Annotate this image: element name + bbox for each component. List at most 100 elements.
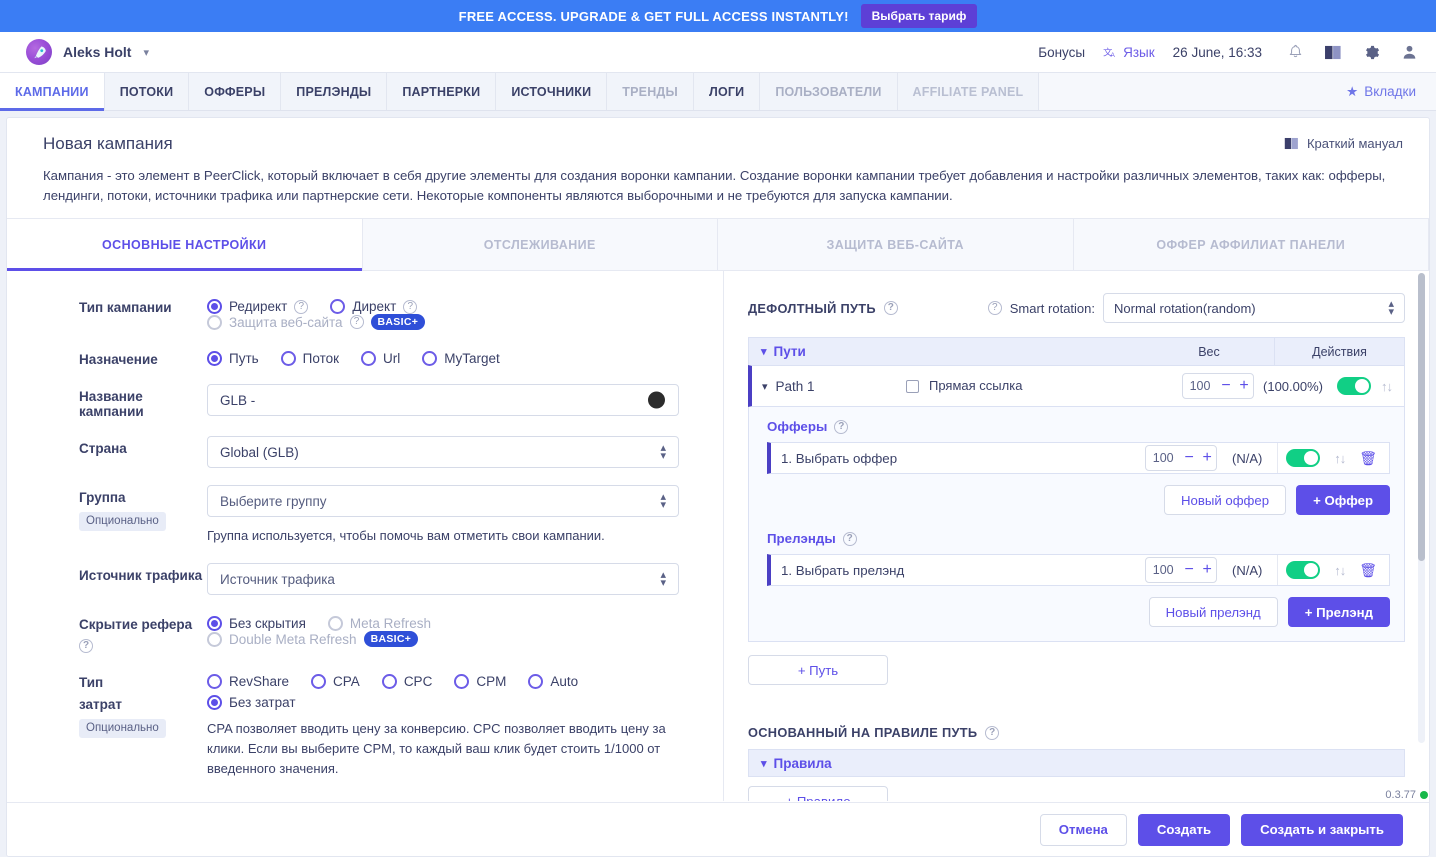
help-icon-referrer-hiding[interactable]: ?	[79, 639, 93, 653]
new-preland-button[interactable]: Новый прелэнд	[1148, 597, 1278, 627]
radio-revshare[interactable]: RevShare	[207, 674, 289, 689]
tab-campaigns[interactable]: КАМПАНИИ	[0, 73, 105, 111]
help-icon-offers[interactable]: ?	[834, 419, 849, 434]
bookmarks-label: Вкладки	[1364, 84, 1416, 99]
help-icon-direct[interactable]: ?	[403, 299, 418, 314]
preland-item-name[interactable]: 1. Выбрать прелэнд	[781, 563, 1145, 578]
offer-enable-toggle[interactable]	[1286, 449, 1321, 467]
radio-direct[interactable]: Директ ?	[330, 299, 418, 314]
destination-label: Назначение	[79, 352, 158, 367]
preland-weight-value[interactable]: 100	[1146, 563, 1180, 577]
tab-affiliates[interactable]: ПАРТНЕРКИ	[387, 73, 497, 110]
group-hint: Группа используется, чтобы помочь вам от…	[207, 528, 605, 543]
subtab-tracking[interactable]: ОТСЛЕЖИВАНИЕ	[362, 219, 718, 270]
help-icon-prelands[interactable]: ?	[842, 531, 857, 546]
path-weight-stepper[interactable]: 100 − +	[1182, 373, 1255, 399]
choose-plan-button[interactable]: Выбрать тариф	[860, 4, 978, 28]
add-preland-button[interactable]: + Прелэнд	[1287, 597, 1390, 627]
tab-offers[interactable]: ОФФЕРЫ	[189, 73, 282, 110]
radio-redirect[interactable]: Редирект ?	[207, 299, 309, 314]
color-picker-dot[interactable]	[648, 391, 665, 409]
tab-users[interactable]: ПОЛЬЗОВАТЕЛИ	[760, 73, 898, 110]
offer-delete-icon[interactable]: 🗑	[1359, 450, 1377, 467]
quick-manual-link[interactable]: Краткий мануал	[1284, 136, 1403, 151]
bonuses-link[interactable]: Бонусы	[1038, 45, 1085, 60]
preland-delete-icon[interactable]: 🗑	[1359, 562, 1377, 579]
radio-cpc[interactable]: CPC	[381, 674, 432, 689]
radio-no-cost[interactable]: Без затрат	[207, 695, 296, 710]
tab-prelands[interactable]: ПРЕЛЭНДЫ	[281, 73, 388, 110]
path-weight-minus-button[interactable]: −	[1217, 378, 1235, 394]
paths-collapse-toggle[interactable]: ▾ Пути	[749, 344, 1144, 359]
tab-flows[interactable]: ПОТОКИ	[104, 73, 190, 110]
help-icon-redirect[interactable]: ?	[294, 299, 309, 314]
path-reorder-arrows-icon[interactable]: ↑↓	[1381, 379, 1393, 394]
path-name-wrap[interactable]: ▾ Path 1	[762, 379, 906, 394]
book-icon[interactable]	[1324, 43, 1342, 61]
radio-flow[interactable]: Поток	[280, 351, 339, 366]
create-and-close-button[interactable]: Создать и закрыть	[1241, 813, 1403, 846]
add-path-button[interactable]: + Путь	[748, 655, 888, 685]
path-enable-toggle[interactable]	[1337, 377, 1371, 395]
brand-menu[interactable]: Aleks Holt ▾	[26, 39, 149, 65]
preland-weight-minus-button[interactable]: −	[1180, 562, 1198, 578]
language-switcher[interactable]: 文A Язык	[1103, 45, 1154, 60]
radio-mytarget[interactable]: MyTarget	[422, 351, 500, 366]
radio-no-hiding[interactable]: Без скрытия	[207, 616, 306, 631]
user-icon[interactable]	[1400, 43, 1418, 61]
preland-weight-stepper[interactable]: 100 − +	[1145, 557, 1218, 583]
preland-weight-plus-button[interactable]: +	[1198, 562, 1216, 578]
subtab-main-settings[interactable]: ОСНОВНЫЕ НАСТРОЙКИ	[7, 219, 363, 271]
offer-weight-stepper[interactable]: 100 − +	[1145, 445, 1218, 471]
right-pane-scrollbar-thumb[interactable]	[1418, 273, 1425, 561]
create-button[interactable]: Создать	[1137, 813, 1231, 846]
country-select[interactable]: Global (GLB) ▴ ▾	[207, 436, 679, 468]
rules-header[interactable]: ▾ Правила	[748, 749, 1405, 777]
settings-body: Тип кампании Редирект ? Директ ? Защита …	[7, 271, 1429, 801]
path-weight-value[interactable]: 100	[1183, 379, 1217, 393]
add-offer-button[interactable]: + Оффер	[1296, 485, 1390, 515]
offer-item-name[interactable]: 1. Выбрать оффер	[781, 451, 1145, 466]
traffic-source-placeholder: Источник трафика	[220, 571, 335, 587]
radio-path[interactable]: Путь	[207, 351, 259, 366]
traffic-source-select[interactable]: Источник трафика ▴ ▾	[207, 563, 679, 595]
offer-weight-plus-button[interactable]: +	[1198, 450, 1216, 466]
tab-trends[interactable]: ТРЕНДЫ	[607, 73, 694, 110]
field-group: Группа Опционально Выберите группу ▴ ▾ Гр…	[7, 485, 703, 546]
subtab-affiliate-offer-panel[interactable]: ОФФЕР АФФИЛИАТ ПАНЕЛИ	[1073, 219, 1429, 270]
gear-icon[interactable]	[1362, 43, 1380, 61]
radio-auto[interactable]: Auto	[528, 674, 578, 689]
subtab-website-protection[interactable]: ЗАЩИТА ВЕБ-САЙТА	[718, 219, 1074, 270]
bell-icon[interactable]	[1286, 43, 1304, 61]
group-select[interactable]: Выберите группу ▴ ▾	[207, 485, 679, 517]
smart-rotation-select[interactable]: Normal rotation(random) ▴ ▾	[1103, 293, 1405, 323]
offer-reorder-arrows-icon[interactable]: ↑↓	[1334, 451, 1346, 466]
path-weight-plus-button[interactable]: +	[1235, 378, 1253, 394]
tab-affiliate-panel[interactable]: AFFILIATE PANEL	[897, 73, 1040, 110]
radio-cpa[interactable]: CPA	[311, 674, 360, 689]
left-form-pane: Тип кампании Редирект ? Директ ? Защита …	[7, 271, 723, 801]
tab-sources[interactable]: ИСТОЧНИКИ	[496, 73, 608, 110]
help-icon-default-path[interactable]: ?	[883, 301, 898, 315]
radio-double-meta-refresh[interactable]: Double Meta Refresh BASIC+	[207, 631, 419, 647]
add-rule-button[interactable]: + Правило	[748, 786, 888, 801]
new-offer-button[interactable]: Новый оффер	[1164, 485, 1287, 515]
bookmarks-button[interactable]: ★ Вкладки	[1326, 73, 1436, 110]
offer-weight-value[interactable]: 100	[1146, 451, 1180, 465]
campaign-name-input[interactable]: GLB -	[207, 384, 679, 416]
direct-link-checkbox[interactable]	[906, 379, 919, 393]
preland-enable-toggle[interactable]	[1286, 561, 1321, 579]
radio-cpm[interactable]: CPM	[454, 674, 506, 689]
help-icon-rule-path[interactable]: ?	[985, 725, 1000, 740]
radio-meta-refresh[interactable]: Meta Refresh	[327, 616, 431, 631]
preland-reorder-arrows-icon[interactable]: ↑↓	[1334, 563, 1346, 578]
offer-weight-minus-button[interactable]: −	[1180, 450, 1198, 466]
radio-website-protection[interactable]: Защита веб-сайта ? BASIC+	[207, 314, 426, 330]
help-icon-smart-rotation[interactable]: ?	[987, 301, 1002, 315]
right-pane-scrollbar[interactable]	[1418, 273, 1425, 743]
help-icon-website-protection[interactable]: ?	[349, 315, 364, 329]
tab-logs[interactable]: ЛОГИ	[693, 73, 761, 110]
right-path-pane: ДЕФОЛТНЫЙ ПУТЬ ? ? Smart rotation: Norma…	[723, 271, 1429, 801]
radio-url[interactable]: Url	[361, 351, 400, 366]
cancel-button[interactable]: Отмена	[1039, 813, 1127, 846]
